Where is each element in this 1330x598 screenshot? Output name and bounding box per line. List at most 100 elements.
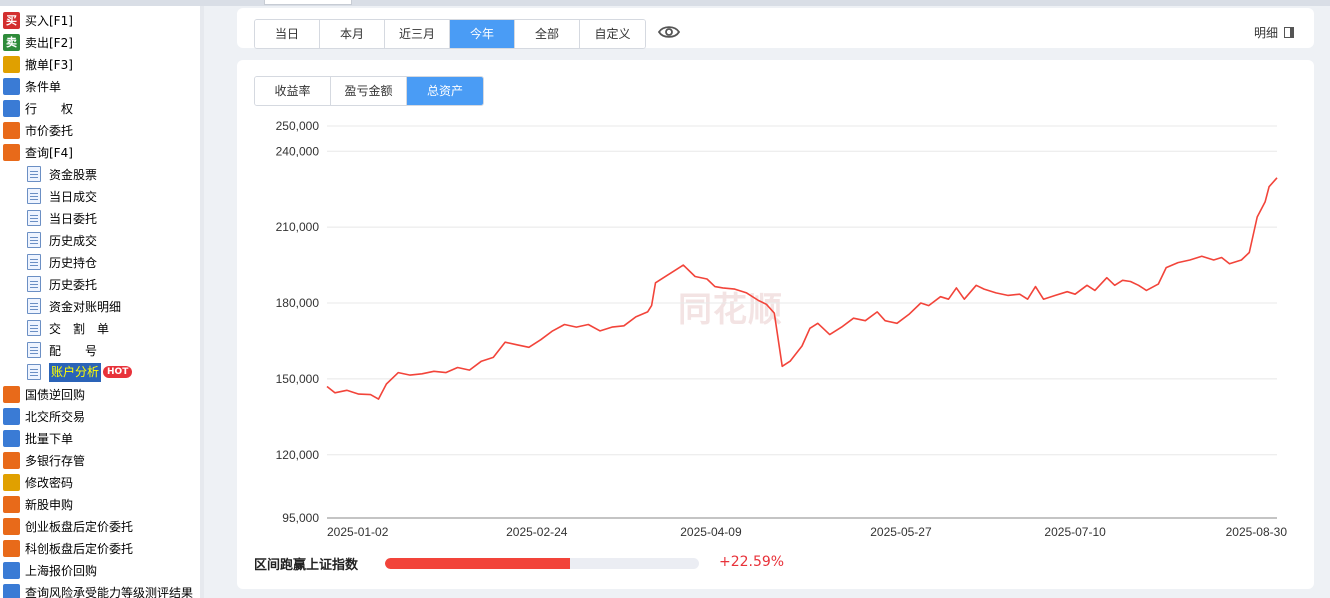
- sidebar-subitem[interactable]: 当日委托: [27, 207, 97, 229]
- range-tab-1[interactable]: 本月: [320, 20, 385, 48]
- range-tab-3[interactable]: 今年: [450, 20, 515, 48]
- sidebar-item-label: 批量下单: [25, 431, 74, 446]
- sidebar-item-label: 行 权: [25, 101, 74, 116]
- detail-label: 明细: [1254, 26, 1279, 40]
- beat-progress-bar: [385, 558, 699, 569]
- total-assets-chart: 250,000 240,000 210,000 180,000 150,000 120,0…: [276, 119, 1288, 539]
- repo-icon: [3, 385, 20, 403]
- cancel-order-icon: [3, 55, 20, 73]
- sidebar-subitem-label: 资金股票: [49, 167, 98, 182]
- sidebar-subitem[interactable]: 历史持仓: [27, 251, 97, 273]
- y-tick-label: 150,000: [276, 372, 320, 386]
- document-icon: [27, 166, 41, 182]
- metric-tab-0[interactable]: 收益率: [255, 77, 331, 105]
- sidebar-item-label: 修改密码: [25, 475, 74, 490]
- series-line: [326, 177, 1278, 400]
- range-tab-5[interactable]: 自定义: [580, 20, 645, 48]
- sh-quote-repo-icon: [3, 561, 20, 579]
- metric-tab-1[interactable]: 盈亏金额: [331, 77, 407, 105]
- document-icon: [27, 320, 41, 336]
- bse-icon: [3, 407, 20, 425]
- sidebar-selected-label: 账户分析: [49, 362, 102, 382]
- sidebar-subitem-label: 历史委托: [49, 277, 98, 292]
- range-tab-4[interactable]: 全部: [515, 20, 580, 48]
- y-tick-label: 250,000: [276, 119, 320, 133]
- buy-icon: 买: [3, 11, 20, 29]
- range-tab-2[interactable]: 近三月: [385, 20, 450, 48]
- sidebar-item-ipo[interactable]: 新股申购: [3, 493, 73, 515]
- sidebar-item-password[interactable]: 修改密码: [3, 471, 73, 493]
- metric-tab-2[interactable]: 总资产: [407, 77, 483, 105]
- sidebar-splitter[interactable]: [200, 6, 204, 598]
- y-tick-label: 180,000: [276, 296, 320, 310]
- sidebar-item-label: 新股申购: [25, 497, 74, 512]
- sidebar-subitem-label: 当日成交: [49, 189, 98, 204]
- sidebar-item-buy[interactable]: 买买入[F1]: [3, 9, 73, 31]
- condition-order-icon: [3, 77, 20, 95]
- sidebar-subitem-label: 当日委托: [49, 211, 98, 226]
- range-tab-0[interactable]: 当日: [255, 20, 320, 48]
- sidebar-item-sell[interactable]: 卖卖出[F2]: [3, 31, 73, 53]
- y-tick-label: 120,000: [276, 448, 320, 462]
- sidebar: 买买入[F1] 卖卖出[F2] 撤单[F3] 条件单行 权市价委托 查询[F4] 资金股票…: [0, 6, 201, 598]
- sidebar-subitem[interactable]: 历史成交: [27, 229, 97, 251]
- x-tick-label: 2025-04-09: [680, 525, 742, 539]
- sidebar-item-label: 查询[F4]: [25, 145, 73, 160]
- sidebar-item-label: 查询风险承受能力等级测评结果: [25, 585, 194, 598]
- sidebar-subitem[interactable]: 交 割 单: [27, 317, 109, 339]
- sidebar-item-batch-order[interactable]: 批量下单: [3, 427, 73, 449]
- x-tick-label: 2025-05-27: [870, 525, 932, 539]
- y-tick-label: 210,000: [276, 220, 320, 234]
- detail-toggle[interactable]: 明细: [1254, 24, 1295, 41]
- exercise-icon: [3, 99, 20, 117]
- sidebar-subitem-label: 配 号: [49, 343, 98, 358]
- sidebar-item-gem-afterhours[interactable]: 创业板盘后定价委托: [3, 515, 133, 537]
- document-icon: [27, 298, 41, 314]
- sidebar-subitem[interactable]: 资金股票: [27, 163, 97, 185]
- sidebar-item-bank[interactable]: 多银行存管: [3, 449, 85, 471]
- sidebar-item-label: 条件单: [25, 79, 62, 94]
- password-icon: [3, 473, 20, 491]
- x-tick-label: 2025-02-24: [506, 525, 568, 539]
- sidebar-item-label: 卖出[F2]: [25, 35, 73, 50]
- eye-icon[interactable]: [658, 24, 680, 40]
- sell-icon: 卖: [3, 33, 20, 51]
- beat-index-value: +22.59%: [719, 554, 785, 570]
- sidebar-subitem-label: 历史持仓: [49, 255, 98, 270]
- sidebar-item-market-order[interactable]: 市价委托: [3, 119, 73, 141]
- document-icon: [27, 276, 41, 292]
- ipo-icon: [3, 495, 20, 513]
- beat-progress-fill: [385, 558, 571, 569]
- sidebar-item-risk-query[interactable]: 查询风险承受能力等级测评结果: [3, 581, 193, 598]
- batch-order-icon: [3, 429, 20, 447]
- risk-query-icon: [3, 583, 20, 598]
- panel-icon: [1284, 27, 1295, 38]
- sidebar-subitem[interactable]: 当日成交: [27, 185, 97, 207]
- x-tick-label: 2025-01-02: [327, 525, 389, 539]
- sidebar-item-condition-order[interactable]: 条件单: [3, 75, 61, 97]
- sidebar-item-sh-quote-repo[interactable]: 上海报价回购: [3, 559, 97, 581]
- sidebar-item-star-afterhours[interactable]: 科创板盘后定价委托: [3, 537, 133, 559]
- document-icon: [27, 342, 41, 358]
- sidebar-subitem[interactable]: 历史委托: [27, 273, 97, 295]
- market-order-icon: [3, 121, 20, 139]
- sidebar-item-query[interactable]: 查询[F4]: [3, 141, 73, 163]
- sidebar-subitem-label: 交 割 单: [49, 321, 110, 336]
- x-tick-label: 2025-07-10: [1044, 525, 1106, 539]
- sidebar-item-exercise[interactable]: 行 权: [3, 97, 73, 119]
- metric-tabs: 收益率 盈亏金额 总资产: [254, 76, 484, 106]
- top-tab[interactable]: [264, 0, 352, 5]
- bank-icon: [3, 451, 20, 469]
- sidebar-item-bse[interactable]: 北交所交易: [3, 405, 85, 427]
- star-afterhours-icon: [3, 539, 20, 557]
- sidebar-subitem[interactable]: 资金对账明细: [27, 295, 121, 317]
- sidebar-subitem[interactable]: 配 号: [27, 339, 97, 361]
- x-tick-label: 2025-08-30: [1226, 525, 1288, 539]
- document-icon: [27, 232, 41, 248]
- sidebar-subitem-label: 历史成交: [49, 233, 98, 248]
- sidebar-item-repo[interactable]: 国债逆回购: [3, 383, 85, 405]
- sidebar-subitem-label: 资金对账明细: [49, 299, 122, 314]
- sidebar-item-label: 创业板盘后定价委托: [25, 519, 134, 534]
- sidebar-item-account-analysis[interactable]: 账户分析 HOT: [27, 361, 133, 383]
- sidebar-item-cancel-order[interactable]: 撤单[F3]: [3, 53, 73, 75]
